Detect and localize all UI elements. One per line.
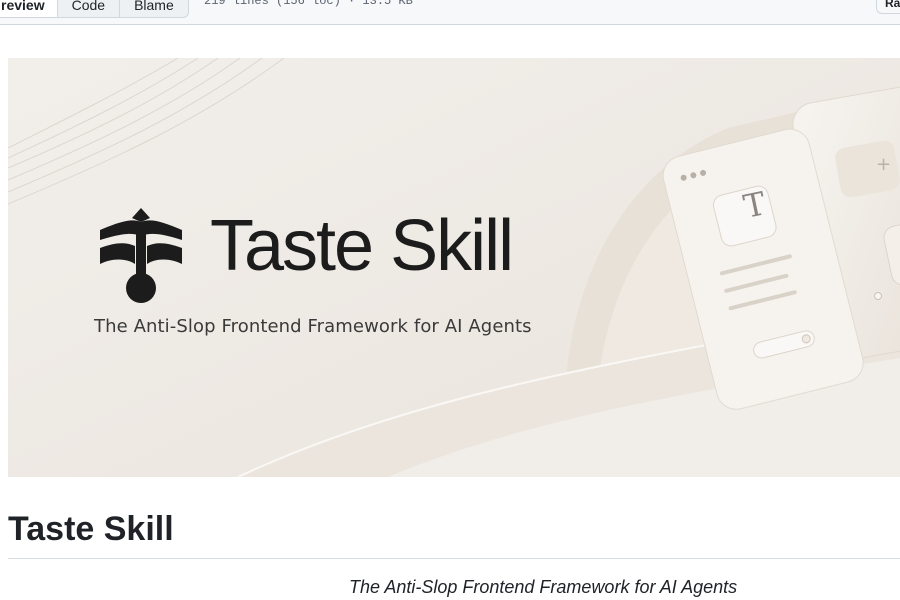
readme-heading: Taste Skill <box>8 510 174 548</box>
banner-tagline: The Anti-Slop Frontend Framework for AI … <box>94 316 532 337</box>
tab-code[interactable]: Code <box>56 0 119 17</box>
file-meta: 219 lines (156 loc) · 13.5 KB <box>204 0 413 8</box>
tab-preview[interactable]: review <box>0 0 57 17</box>
raw-button[interactable]: Raw <box>876 0 900 14</box>
readme-subtitle: The Anti-Slop Frontend Framework for AI … <box>349 577 738 597</box>
taste-skill-logo-icon <box>100 208 182 303</box>
view-mode-segmented-control: review Code Blame <box>0 0 189 18</box>
banner-brand-title: Taste Skill <box>210 206 514 286</box>
readme-banner-image: Taste Skill The Anti-Slop Frontend Frame… <box>8 58 900 477</box>
heading-divider <box>8 558 900 559</box>
tab-blame[interactable]: Blame <box>119 0 188 17</box>
file-toolbar: review Code Blame 219 lines (156 loc) · … <box>0 0 900 25</box>
plus-icon: + <box>876 154 892 175</box>
